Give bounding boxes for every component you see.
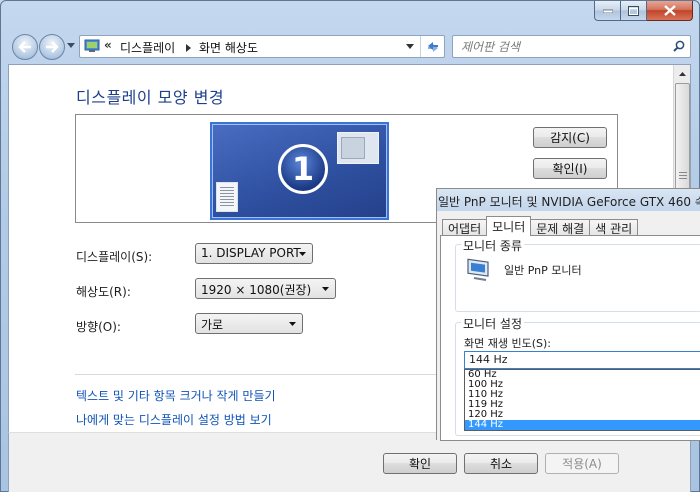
resolution-label: 해상도(R): (76, 285, 131, 299)
monitor-type-group: 모니터 종류 일반 PnP 모니터 (455, 237, 700, 312)
chevron-down-icon (289, 322, 296, 326)
monitor-type-legend: 모니터 종류 (461, 237, 525, 254)
tab-monitor[interactable]: 모니터 (486, 216, 532, 236)
back-arrow-icon (18, 41, 31, 53)
detect-button[interactable]: 감지(C) (533, 127, 607, 148)
refresh-option-144[interactable]: 144 Hz (465, 420, 700, 430)
search-input[interactable] (459, 38, 659, 55)
resolution-select-value: 1920 × 1080(권장) (201, 283, 312, 297)
orientation-select-value: 가로 (201, 318, 224, 332)
minimize-icon[interactable] (594, 1, 621, 21)
search-box[interactable] (452, 35, 691, 58)
refresh-icon (427, 41, 438, 52)
breadcrumb-display[interactable]: 디스플레이 (120, 39, 175, 56)
cancel-button[interactable]: 취소 (464, 453, 538, 474)
address-dropdown-icon[interactable] (406, 44, 414, 49)
apply-button[interactable]: 적용(A) (545, 453, 619, 474)
dialog-title[interactable]: 일반 PnP 모니터 및 NVIDIA GeForce GTX 460 속성 (437, 189, 700, 211)
recent-pages-dropdown-icon[interactable] (67, 43, 75, 48)
search-icon[interactable] (673, 40, 685, 52)
ok-button[interactable]: 확인 (383, 453, 457, 474)
back-button[interactable] (12, 34, 38, 60)
orientation-label: 방향(O): (76, 320, 121, 334)
forward-arrow-icon (46, 41, 59, 53)
monitor-number: 1 (278, 144, 328, 194)
tab-adapter[interactable]: 어댑터 (442, 219, 488, 236)
control-panel-icon (84, 39, 100, 52)
monitor-icon (467, 258, 489, 281)
dialog-tabs: 어댑터 모니터 문제 해결 색 관리 (442, 216, 639, 236)
monitor-settings-legend: 모니터 설정 (461, 315, 525, 332)
chevron-down-icon (322, 287, 329, 291)
close-icon[interactable] (647, 1, 693, 21)
refresh-rate-dropdown-list[interactable]: 60 Hz 100 Hz 110 Hz 119 Hz 120 Hz 144 Hz (464, 369, 700, 431)
display-label: 디스플레이(S): (76, 250, 153, 264)
display-select[interactable]: 1. DISPLAY PORT (195, 243, 313, 264)
tab-color-management[interactable]: 색 관리 (589, 219, 639, 236)
resolution-select[interactable]: 1920 × 1080(권장) (195, 278, 336, 299)
breadcrumb-resolution[interactable]: 화면 해상도 (199, 39, 258, 56)
breadcrumb-overflow[interactable]: « (104, 38, 112, 52)
text-size-link[interactable]: 텍스트 및 기타 항목 크거나 작게 만들기 (76, 387, 276, 404)
monitor-1-tile[interactable]: 1 (210, 122, 389, 220)
address-bar[interactable]: « 디스플레이 화면 해상도 (79, 35, 445, 58)
refresh-rate-select[interactable]: 144 Hz (464, 351, 700, 369)
scroll-up-button[interactable] (675, 66, 690, 82)
desktop-document-icon (216, 182, 238, 212)
forward-button[interactable] (39, 34, 65, 60)
scroll-up-icon (679, 72, 686, 76)
display-select-value: 1. DISPLAY PORT (201, 246, 301, 260)
refresh-button[interactable] (420, 36, 444, 57)
desktop-window-icon (337, 132, 379, 164)
maximize-icon[interactable] (621, 1, 647, 21)
caption-buttons (594, 1, 693, 21)
tab-troubleshoot[interactable]: 문제 해결 (530, 219, 591, 236)
monitor-name: 일반 PnP 모니터 (504, 264, 582, 277)
display-settings-help-link[interactable]: 나에게 맞는 디스플레이 설정 방법 보기 (76, 411, 272, 428)
page-title: 디스플레이 모양 변경 (76, 88, 225, 107)
breadcrumb-separator-icon[interactable] (186, 44, 191, 52)
refresh-rate-label: 화면 재생 빈도(S): (464, 337, 551, 350)
identify-button[interactable]: 확인(I) (533, 158, 607, 179)
chevron-down-icon (299, 252, 306, 256)
orientation-select[interactable]: 가로 (195, 313, 303, 334)
refresh-rate-value: 144 Hz (469, 353, 508, 366)
